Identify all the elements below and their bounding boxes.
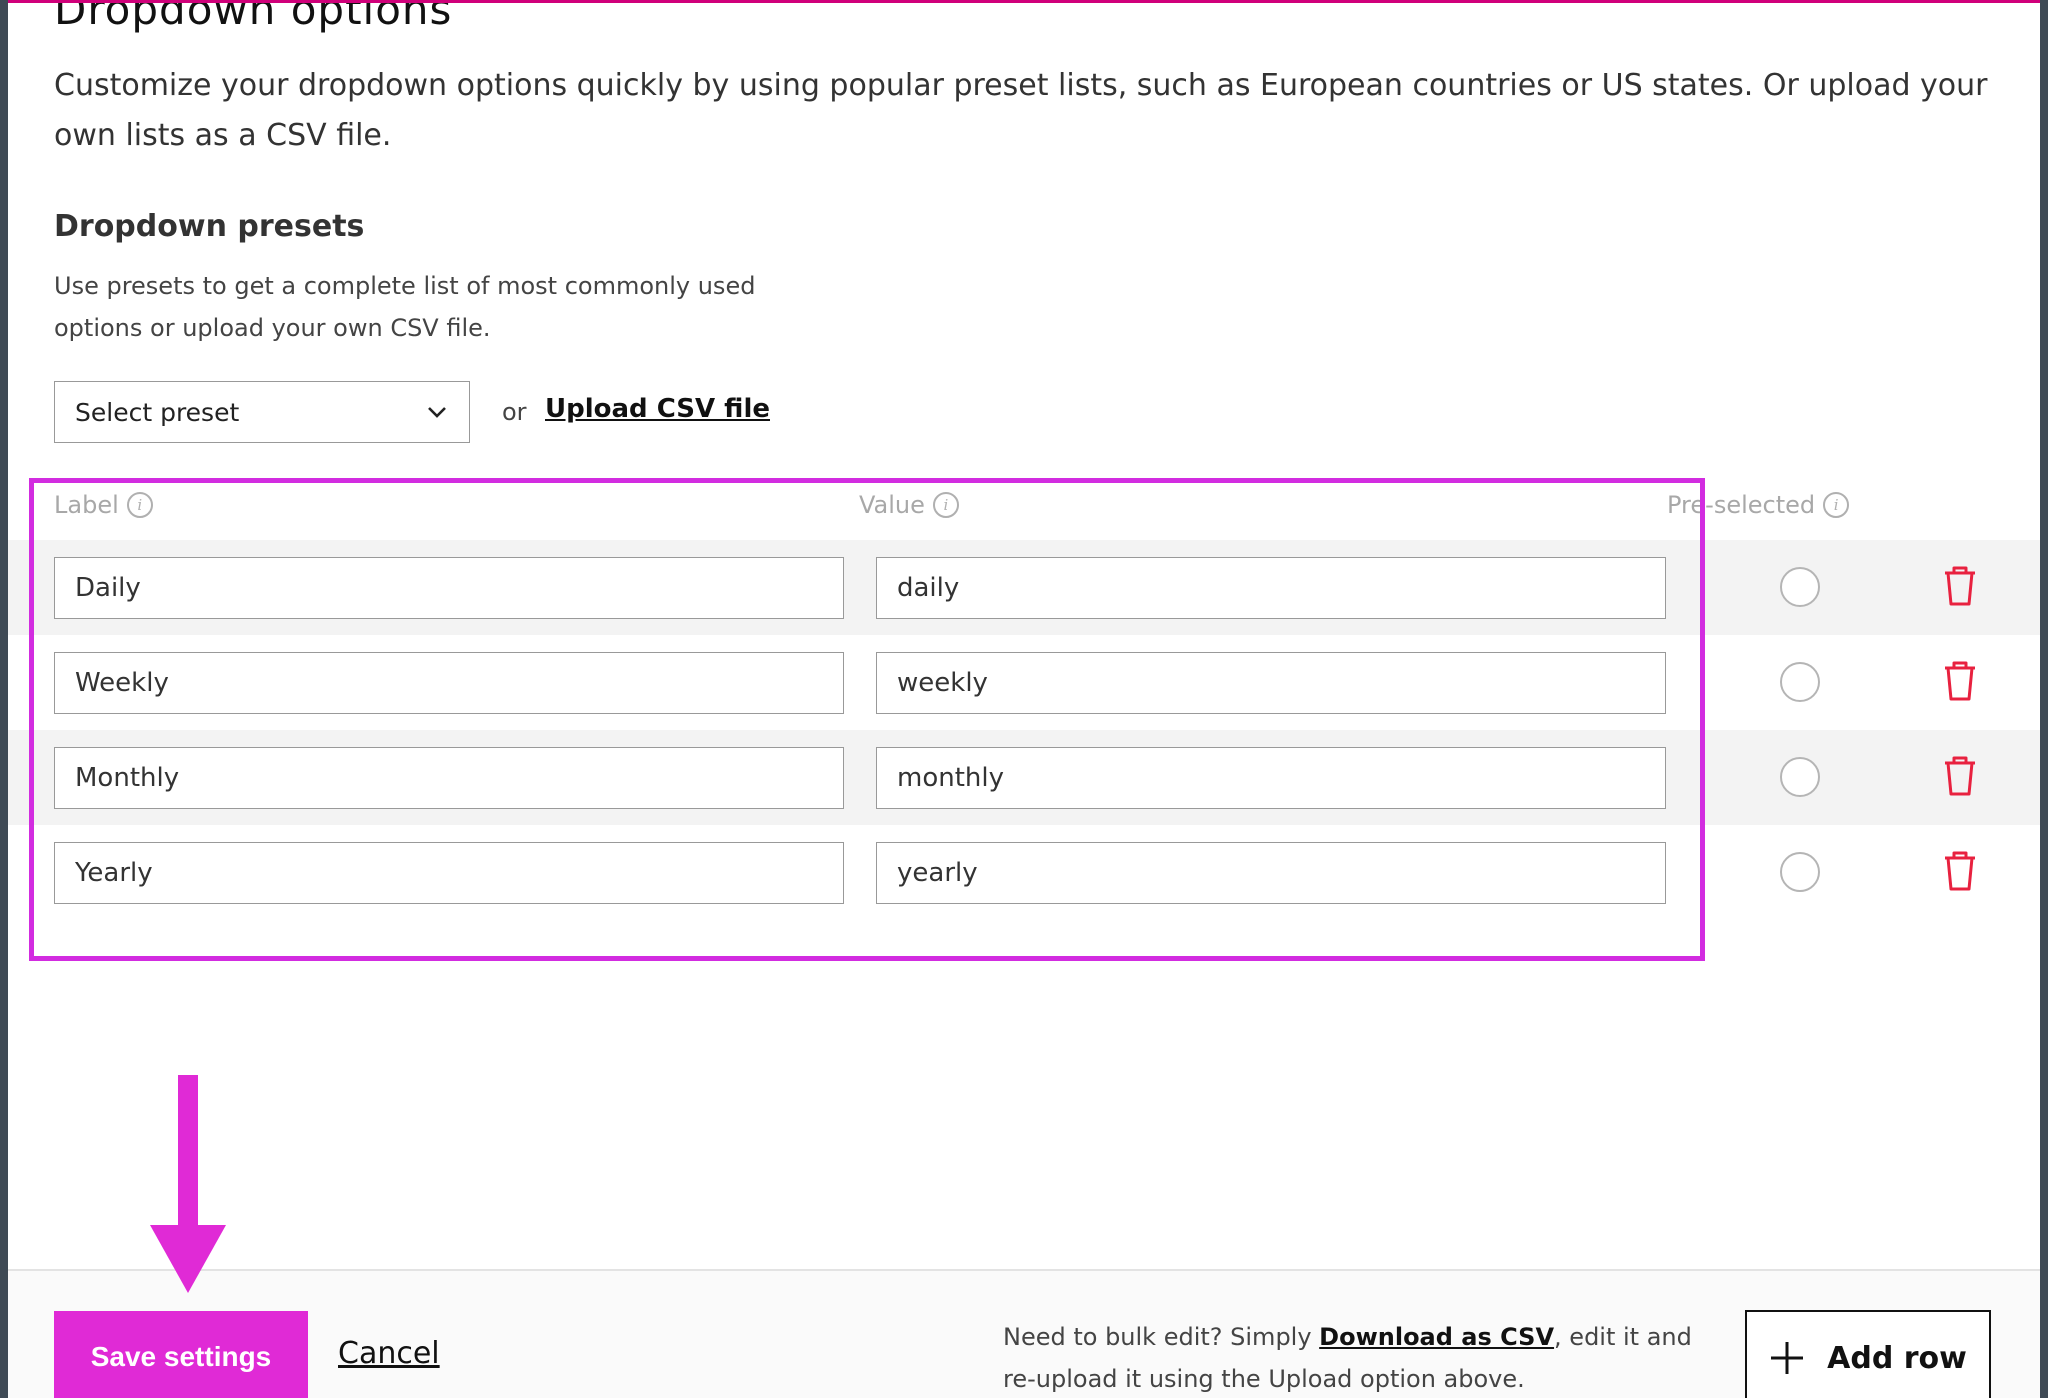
preset-select-value: Select preset xyxy=(75,397,240,427)
bulk-edit-prefix: Need to bulk edit? Simply xyxy=(1003,1323,1320,1351)
presets-description: Use presets to get a complete list of mo… xyxy=(54,272,756,342)
trash-icon[interactable] xyxy=(1942,566,1978,606)
label-input[interactable]: Yearly xyxy=(54,842,844,904)
save-settings-button[interactable]: Save settings xyxy=(54,1311,308,1398)
preselected-radio[interactable] xyxy=(1780,567,1820,607)
cancel-link[interactable]: Cancel xyxy=(338,1336,440,1371)
trash-icon[interactable] xyxy=(1942,851,1978,891)
preselected-radio[interactable] xyxy=(1780,662,1820,702)
modal-description: Customize your dropdown options quickly … xyxy=(54,68,1988,153)
value-input[interactable]: yearly xyxy=(876,842,1666,904)
preselected-column-header: Pre-selected i xyxy=(1667,491,1850,519)
preselected-radio[interactable] xyxy=(1780,852,1820,892)
bulk-edit-text: Need to bulk edit? Simply Download as CS… xyxy=(1003,1316,1693,1398)
add-row-label: Add row xyxy=(1827,1340,1967,1376)
preselected-radio[interactable] xyxy=(1780,757,1820,797)
or-text: or xyxy=(502,398,527,426)
table-row: Monthly monthly xyxy=(8,730,2040,825)
info-icon[interactable]: i xyxy=(932,492,959,518)
upload-csv-link[interactable]: Upload CSV file xyxy=(545,394,770,424)
trash-icon[interactable] xyxy=(1942,756,1978,796)
table-row: Daily daily xyxy=(8,540,2040,635)
dropdown-options-modal: Dropdown options Customize your dropdown… xyxy=(8,0,2040,1398)
preselected-header-text: Pre-selected xyxy=(1667,491,1816,519)
annotation-arrow-icon xyxy=(150,1075,226,1293)
info-icon[interactable]: i xyxy=(126,492,153,518)
table-row: Weekly weekly xyxy=(8,635,2040,730)
modal-title: Dropdown options xyxy=(54,0,453,34)
value-column-header: Value i xyxy=(859,491,959,519)
preset-select[interactable]: Select preset xyxy=(54,381,470,443)
value-input[interactable]: daily xyxy=(876,557,1666,619)
plus-icon xyxy=(1771,1342,1804,1374)
presets-title: Dropdown presets xyxy=(54,209,365,244)
value-header-text: Value xyxy=(859,491,925,519)
label-header-text: Label xyxy=(54,491,119,519)
trash-icon[interactable] xyxy=(1942,661,1978,701)
info-icon[interactable]: i xyxy=(1823,492,1850,518)
label-column-header: Label i xyxy=(54,491,153,519)
value-input[interactable]: monthly xyxy=(876,747,1666,809)
add-row-button[interactable]: Add row xyxy=(1745,1310,1991,1398)
label-input[interactable]: Daily xyxy=(54,557,844,619)
label-input[interactable]: Weekly xyxy=(54,652,844,714)
label-input[interactable]: Monthly xyxy=(54,747,844,809)
download-csv-link[interactable]: Download as CSV xyxy=(1319,1323,1554,1351)
value-input[interactable]: weekly xyxy=(876,652,1666,714)
table-row: Yearly yearly xyxy=(8,825,2040,920)
chevron-down-icon xyxy=(428,407,446,418)
